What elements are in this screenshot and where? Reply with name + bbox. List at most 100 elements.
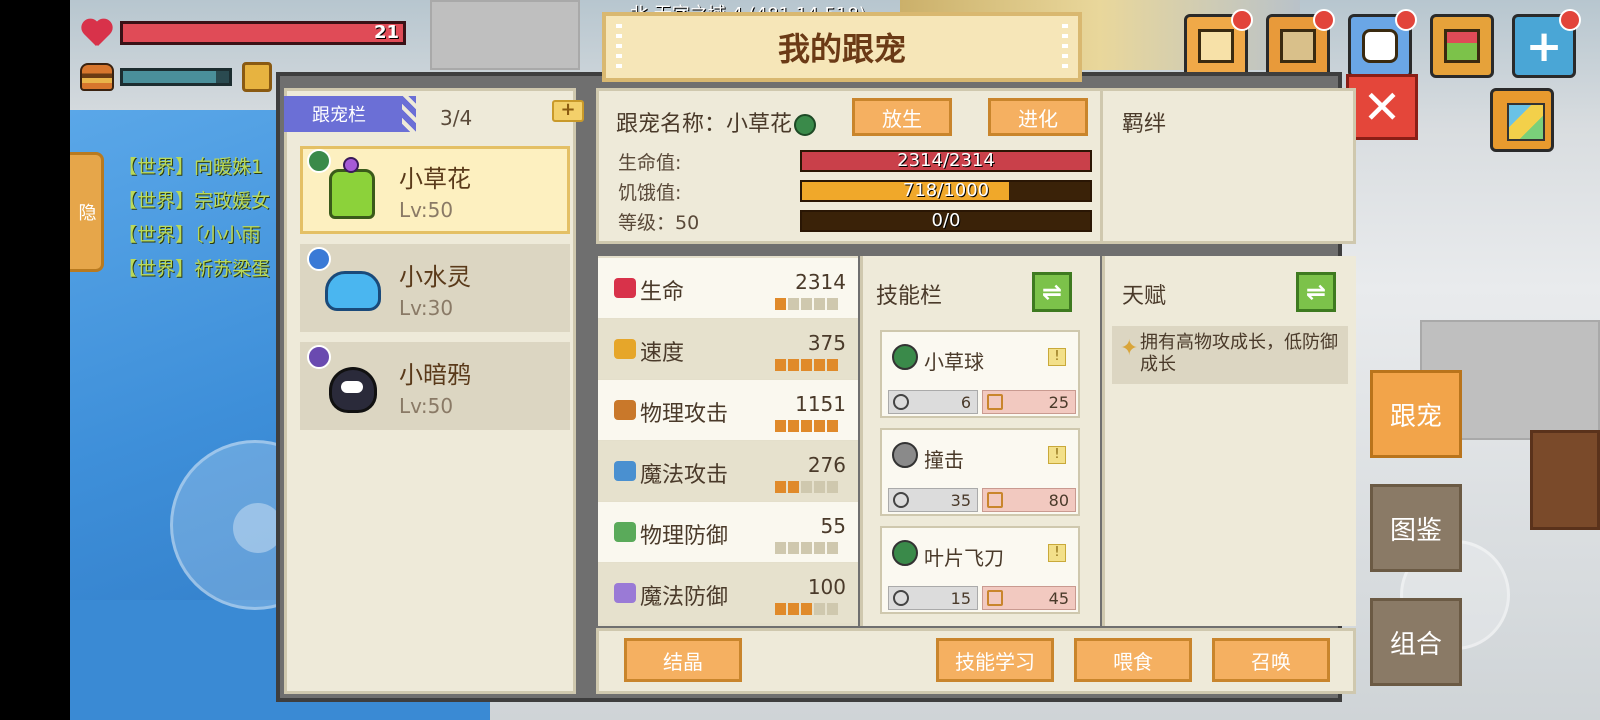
- heart-icon: [80, 18, 114, 48]
- hp-label: 生命值:: [618, 152, 682, 174]
- attribute-row: 物理防御 55: [598, 502, 858, 562]
- attribute-rating: [775, 359, 838, 371]
- tab-pet[interactable]: 跟宠: [1370, 370, 1462, 458]
- notification-dot: [1559, 9, 1581, 31]
- attribute-row: 物理攻击 1151: [598, 380, 858, 440]
- skill-swap-button[interactable]: ⇌: [1032, 272, 1072, 312]
- pet-hp-bar: 2314/2314: [800, 150, 1092, 172]
- summon-button[interactable]: 召唤: [1212, 638, 1330, 682]
- release-button[interactable]: 放生: [852, 98, 952, 136]
- pet-info-text: 小水灵 Lv:30: [399, 257, 471, 320]
- attribute-name: 物理攻击: [640, 402, 729, 427]
- chat-line: 【世界】〔小小雨: [118, 224, 261, 246]
- evolve-button[interactable]: 进化: [988, 98, 1088, 136]
- pet-card-grass-flower[interactable]: 小草花 Lv:50: [300, 146, 570, 234]
- attribute-value: 100: [807, 575, 846, 599]
- clock-icon: [893, 590, 909, 606]
- close-icon: ✕: [1362, 80, 1402, 134]
- skill-cost: 45: [982, 586, 1076, 610]
- attribute-value: 2314: [795, 270, 846, 294]
- rating-pip: [788, 298, 799, 310]
- skill-icon: [892, 540, 918, 566]
- crystal-icon: [614, 583, 636, 603]
- close-button[interactable]: ✕: [1346, 74, 1418, 140]
- pet-hunger-text: 718/1000: [902, 180, 990, 201]
- health-value: 21: [373, 22, 399, 43]
- rating-pip: [775, 298, 786, 310]
- skill-card[interactable]: 叶片飞刀! 15 45: [880, 526, 1080, 614]
- tab-atlas[interactable]: 图鉴: [1370, 484, 1462, 572]
- world-chat: 【世界】向暖姝1 【世界】宗政媛女 【世界】〔小小雨 【世界】祈苏梁蛋: [118, 150, 270, 286]
- map-button[interactable]: [1266, 9, 1335, 78]
- talent-swap-button[interactable]: ⇌: [1296, 272, 1336, 312]
- crystallize-button[interactable]: 结晶: [624, 638, 742, 682]
- cube-icon-button[interactable]: [1490, 88, 1554, 152]
- pet-hunger-bar: 718/1000: [800, 180, 1092, 202]
- skill-card[interactable]: 撞击! 35 80: [880, 428, 1080, 516]
- rating-pip: [814, 420, 825, 432]
- pet-card-dark-crow[interactable]: 小暗鸦 Lv:50: [300, 342, 570, 430]
- cost-icon: [987, 394, 1003, 410]
- cost-value: 45: [1048, 589, 1069, 608]
- rating-pip: [827, 603, 838, 615]
- skill-cooldown: 15: [888, 586, 978, 610]
- tab-combo[interactable]: 组合: [1370, 598, 1462, 686]
- pet-name: 小草花: [399, 164, 471, 193]
- skill-icon: [892, 442, 918, 468]
- dark-element-icon: [307, 345, 331, 369]
- notification-dot: [1395, 9, 1417, 31]
- attribute-rating: [775, 481, 838, 493]
- notification-dot: [1313, 9, 1335, 31]
- rating-pip: [801, 298, 812, 310]
- attribute-name: 魔法攻击: [640, 463, 729, 488]
- skill-cooldown: 6: [888, 390, 978, 414]
- info-icon[interactable]: !: [1048, 544, 1066, 562]
- attribute-value: 276: [807, 453, 846, 477]
- chat-line: 【世界】宗政媛女: [118, 190, 271, 212]
- pet-hp-text: 2314/2314: [897, 150, 995, 171]
- skill-learn-button[interactable]: 技能学习: [936, 638, 1054, 682]
- rating-pip: [788, 420, 799, 432]
- hunger-bar: [120, 68, 232, 86]
- cooldown-value: 35: [950, 491, 971, 510]
- rating-pip: [775, 542, 786, 554]
- clock-icon: [893, 492, 909, 508]
- attribute-value: 1151: [795, 392, 846, 416]
- fist-icon: [614, 400, 636, 420]
- attribute-rating: [775, 542, 838, 554]
- water-pet-body: [325, 271, 381, 311]
- panel-title: 我的跟宠: [602, 12, 1082, 82]
- pet-count: 3/4: [440, 106, 473, 130]
- info-icon[interactable]: !: [1048, 348, 1066, 366]
- attribute-value: 55: [820, 514, 846, 538]
- cooldown-value: 15: [950, 589, 971, 608]
- expand-menu-button[interactable]: +: [1512, 9, 1581, 78]
- health-hud: 21: [80, 16, 406, 50]
- rating-pip: [775, 481, 786, 493]
- info-icon[interactable]: !: [1048, 446, 1066, 464]
- skill-name: 撞击: [924, 448, 964, 472]
- rating-pip: [801, 542, 812, 554]
- pet-name-title: 跟宠名称：小草花: [616, 106, 817, 138]
- add-slot-button[interactable]: +: [552, 100, 584, 122]
- water-element-icon: [307, 247, 331, 271]
- rating-pip: [788, 481, 799, 493]
- task-button[interactable]: [1184, 9, 1253, 78]
- cost-value: 25: [1048, 393, 1069, 412]
- skill-card[interactable]: 小草球! 6 25: [880, 330, 1080, 418]
- level-label: 等级：50: [618, 212, 700, 234]
- stone-block: [430, 0, 580, 70]
- rating-pip: [775, 603, 786, 615]
- clock-icon: [893, 394, 909, 410]
- chat-button[interactable]: [1348, 9, 1417, 78]
- crow-face: [341, 381, 363, 393]
- pet-exp-bar: 0/0: [800, 210, 1092, 232]
- rating-pip: [814, 542, 825, 554]
- feed-button[interactable]: 喂食: [1074, 638, 1192, 682]
- rating-pip: [814, 603, 825, 615]
- skill-name: 叶片飞刀: [924, 546, 1004, 570]
- chat-hide-button[interactable]: 隐: [70, 152, 104, 272]
- pet-card-water-spirit[interactable]: 小水灵 Lv:30: [300, 244, 570, 332]
- shop-button[interactable]: [1430, 14, 1494, 78]
- attribute-row: 生命 2314: [598, 258, 858, 318]
